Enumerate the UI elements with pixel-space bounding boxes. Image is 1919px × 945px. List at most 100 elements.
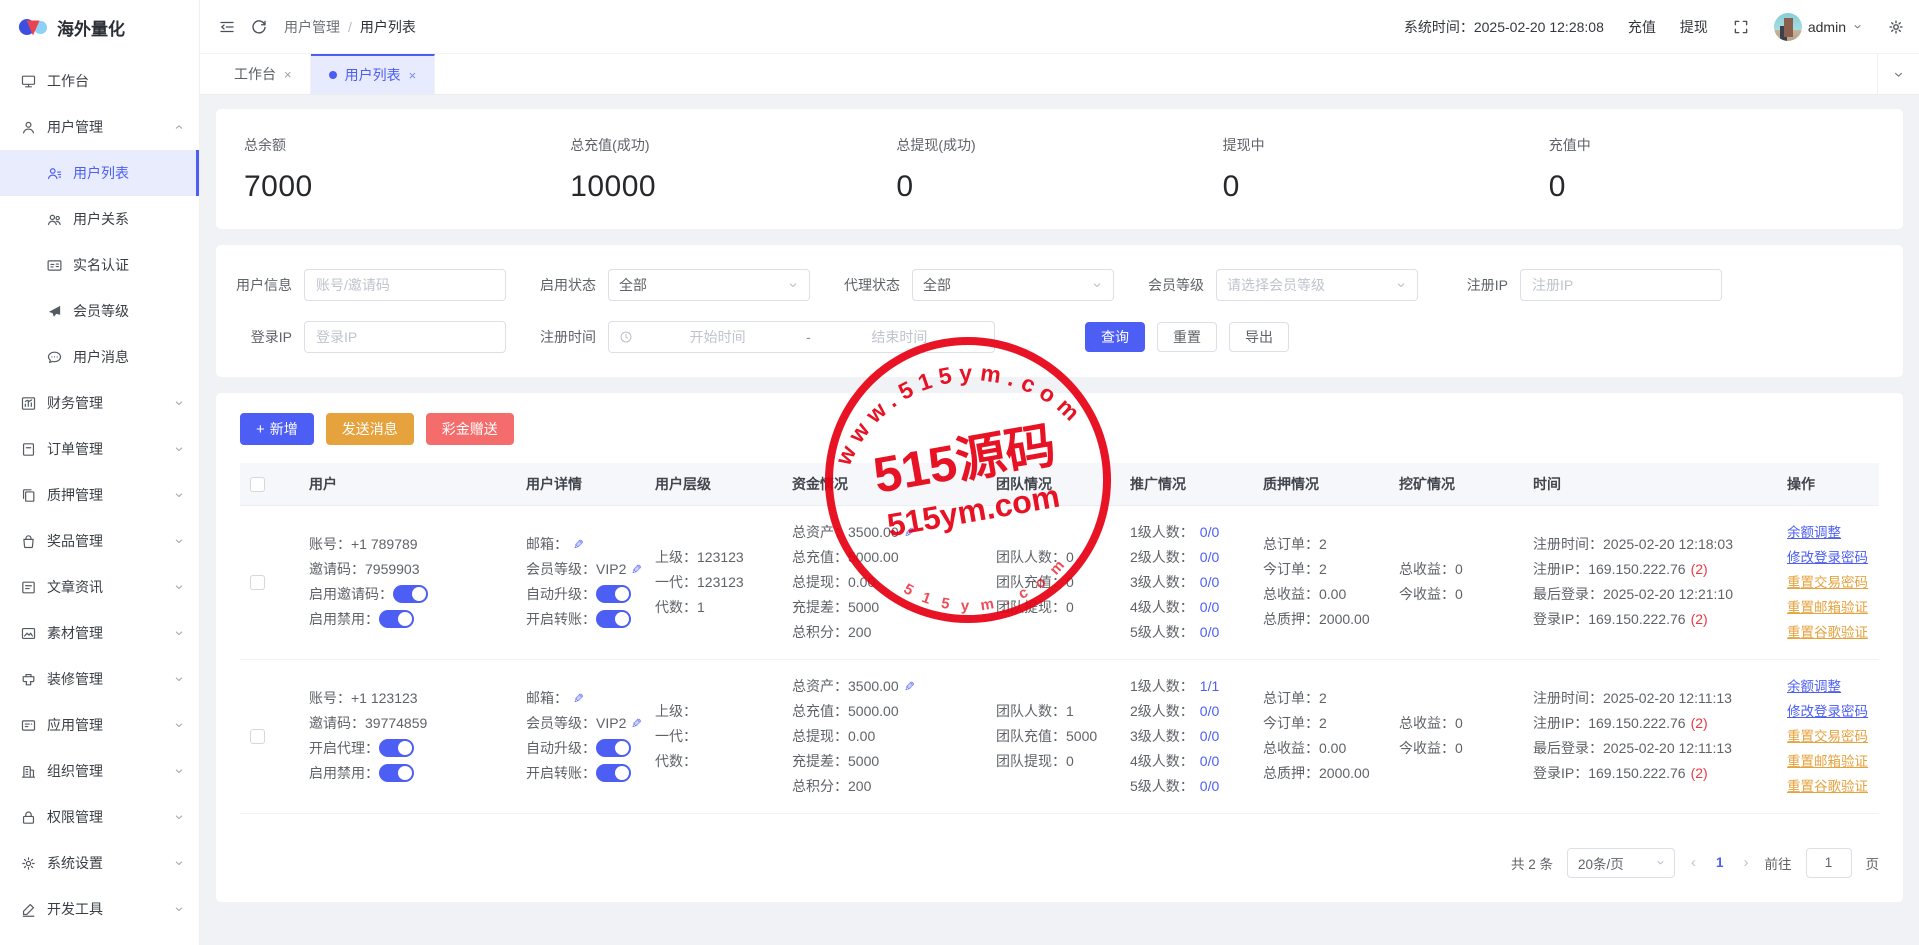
sidebar-item-order-management[interactable]: 订单管理 bbox=[0, 426, 199, 472]
reset-button[interactable]: 重置 bbox=[1157, 322, 1217, 352]
sidebar-item-dev-tools[interactable]: 开发工具 bbox=[0, 886, 199, 932]
count-link[interactable]: 0/0 bbox=[1200, 549, 1219, 565]
withdraw-link[interactable]: 提现 bbox=[1680, 17, 1708, 37]
action-link[interactable]: 重置谷歌验证 bbox=[1787, 779, 1868, 794]
action-link[interactable]: 余额调整 bbox=[1787, 679, 1841, 694]
ip-count-link[interactable]: (2) bbox=[1691, 561, 1708, 577]
action-link[interactable]: 修改登录密码 bbox=[1787, 704, 1868, 719]
action-link[interactable]: 重置交易密码 bbox=[1787, 729, 1868, 744]
sidebar-item-real-name-auth[interactable]: 实名认证 bbox=[0, 242, 199, 288]
toggle-switch-on[interactable] bbox=[393, 585, 428, 603]
sidebar-item-finance-management[interactable]: 财务管理 bbox=[0, 380, 199, 426]
sidebar-item-organization-management[interactable]: 组织管理 bbox=[0, 748, 199, 794]
next-page-button[interactable]: › bbox=[1742, 854, 1751, 871]
toggle-switch-on[interactable] bbox=[596, 610, 631, 628]
avatar[interactable] bbox=[1774, 13, 1802, 41]
end-time-placeholder[interactable]: 结束时间 bbox=[815, 327, 984, 347]
ip-count-link[interactable]: (2) bbox=[1691, 765, 1708, 781]
edit-icon[interactable]: ✎ bbox=[573, 686, 584, 711]
count-link[interactable]: 0/0 bbox=[1200, 599, 1219, 615]
start-time-placeholder[interactable]: 开始时间 bbox=[633, 327, 802, 347]
sidebar-item-member-level[interactable]: 会员等级 bbox=[0, 288, 199, 334]
count-link[interactable]: 0/0 bbox=[1200, 778, 1219, 794]
goto-page-input[interactable] bbox=[1806, 848, 1852, 878]
decorate-icon bbox=[20, 671, 37, 688]
settings-gear-icon[interactable] bbox=[1887, 18, 1905, 36]
edit-icon[interactable]: ✎ bbox=[904, 674, 915, 699]
action-link[interactable]: 重置交易密码 bbox=[1787, 575, 1868, 590]
login-ip-input[interactable] bbox=[304, 321, 506, 353]
member-level-select[interactable]: 请选择会员等级 bbox=[1216, 269, 1418, 301]
search-button[interactable]: 查询 bbox=[1085, 322, 1145, 352]
count-link[interactable]: 0/0 bbox=[1200, 703, 1219, 719]
recharge-link[interactable]: 充值 bbox=[1628, 17, 1656, 37]
sidebar-item-pledge-management[interactable]: 质押管理 bbox=[0, 472, 199, 518]
register-ip-input[interactable] bbox=[1520, 269, 1722, 301]
breadcrumb-section[interactable]: 用户管理 bbox=[284, 17, 340, 37]
edit-icon[interactable]: ✎ bbox=[631, 711, 642, 736]
count-link[interactable]: 0/0 bbox=[1200, 728, 1219, 744]
sidebar-item-user-list[interactable]: 用户列表 bbox=[0, 150, 199, 196]
count-link[interactable]: 0/0 bbox=[1200, 753, 1219, 769]
chevron-down-icon bbox=[173, 857, 185, 869]
user-menu[interactable]: admin bbox=[1774, 13, 1863, 41]
toggle-switch-on[interactable] bbox=[379, 610, 414, 628]
bonus-gift-button[interactable]: 彩金赠送 bbox=[426, 413, 514, 445]
sidebar-item-user-message[interactable]: 用户消息 bbox=[0, 334, 199, 380]
prev-page-button[interactable]: ‹ bbox=[1689, 854, 1698, 871]
row-checkbox[interactable] bbox=[250, 575, 265, 590]
active-tab-dot bbox=[329, 71, 337, 79]
select-all-checkbox[interactable] bbox=[250, 477, 265, 492]
action-link[interactable]: 重置谷歌验证 bbox=[1787, 625, 1868, 640]
count-link[interactable]: 0/0 bbox=[1200, 624, 1219, 640]
action-link[interactable]: 余额调整 bbox=[1787, 525, 1841, 540]
action-link[interactable]: 重置邮箱验证 bbox=[1787, 600, 1868, 615]
sidebar-item-user-relation[interactable]: 用户关系 bbox=[0, 196, 199, 242]
refresh-icon[interactable] bbox=[250, 18, 268, 36]
fullscreen-icon[interactable] bbox=[1732, 18, 1750, 36]
sidebar-item-material-management[interactable]: 素材管理 bbox=[0, 610, 199, 656]
tab-options-dropdown[interactable] bbox=[1877, 54, 1919, 94]
sidebar-item-system-settings[interactable]: 系统设置 bbox=[0, 840, 199, 886]
sidebar-item-prize-management[interactable]: 奖品管理 bbox=[0, 518, 199, 564]
tab-workbench[interactable]: 工作台 × bbox=[216, 54, 311, 94]
ip-count-link[interactable]: (2) bbox=[1691, 715, 1708, 731]
user-info-input[interactable] bbox=[304, 269, 506, 301]
toggle-switch-on[interactable] bbox=[596, 764, 631, 782]
edit-icon[interactable]: ✎ bbox=[573, 532, 584, 557]
count-link[interactable]: 0/0 bbox=[1200, 574, 1219, 590]
sidebar-item-permission-management[interactable]: 权限管理 bbox=[0, 794, 199, 840]
enable-status-select[interactable]: 全部 bbox=[608, 269, 810, 301]
field-label: 总充值： bbox=[792, 703, 848, 719]
count-link[interactable]: 1/1 bbox=[1200, 678, 1219, 694]
export-button[interactable]: 导出 bbox=[1229, 322, 1289, 352]
field-label: 3级人数： bbox=[1130, 574, 1194, 590]
toggle-switch-on[interactable] bbox=[379, 764, 414, 782]
sidebar-item-app-management[interactable]: 应用管理 bbox=[0, 702, 199, 748]
stat-value: 0 bbox=[1549, 170, 1875, 204]
count-link[interactable]: 0/0 bbox=[1200, 524, 1219, 540]
edit-icon[interactable]: ✎ bbox=[904, 520, 915, 545]
collapse-sidebar-icon[interactable] bbox=[218, 18, 236, 36]
ip-count-link[interactable]: (2) bbox=[1691, 611, 1708, 627]
edit-icon[interactable]: ✎ bbox=[631, 557, 642, 582]
toggle-switch-on[interactable] bbox=[379, 739, 414, 757]
action-link[interactable]: 重置邮箱验证 bbox=[1787, 754, 1868, 769]
register-time-range-picker[interactable]: 开始时间 - 结束时间 bbox=[608, 321, 995, 353]
tab-close-icon[interactable]: × bbox=[409, 68, 417, 83]
toggle-switch-on[interactable] bbox=[596, 739, 631, 757]
send-message-button[interactable]: 发送消息 bbox=[326, 413, 414, 445]
row-checkbox[interactable] bbox=[250, 729, 265, 744]
tab-close-icon[interactable]: × bbox=[284, 67, 292, 82]
sidebar-item-decoration-management[interactable]: 装修管理 bbox=[0, 656, 199, 702]
tab-user-list[interactable]: 用户列表 × bbox=[311, 54, 436, 94]
agent-status-select[interactable]: 全部 bbox=[912, 269, 1114, 301]
add-user-button[interactable]: +新增 bbox=[240, 413, 314, 445]
sidebar-item-workbench[interactable]: 工作台 bbox=[0, 58, 199, 104]
toggle-switch-on[interactable] bbox=[596, 585, 631, 603]
sidebar-item-article-news[interactable]: 文章资讯 bbox=[0, 564, 199, 610]
action-link[interactable]: 修改登录密码 bbox=[1787, 550, 1868, 565]
sidebar-item-user-management[interactable]: 用户管理 bbox=[0, 104, 199, 150]
current-page-button[interactable]: 1 bbox=[1712, 855, 1728, 870]
page-size-select[interactable]: 20条/页 bbox=[1567, 848, 1675, 878]
